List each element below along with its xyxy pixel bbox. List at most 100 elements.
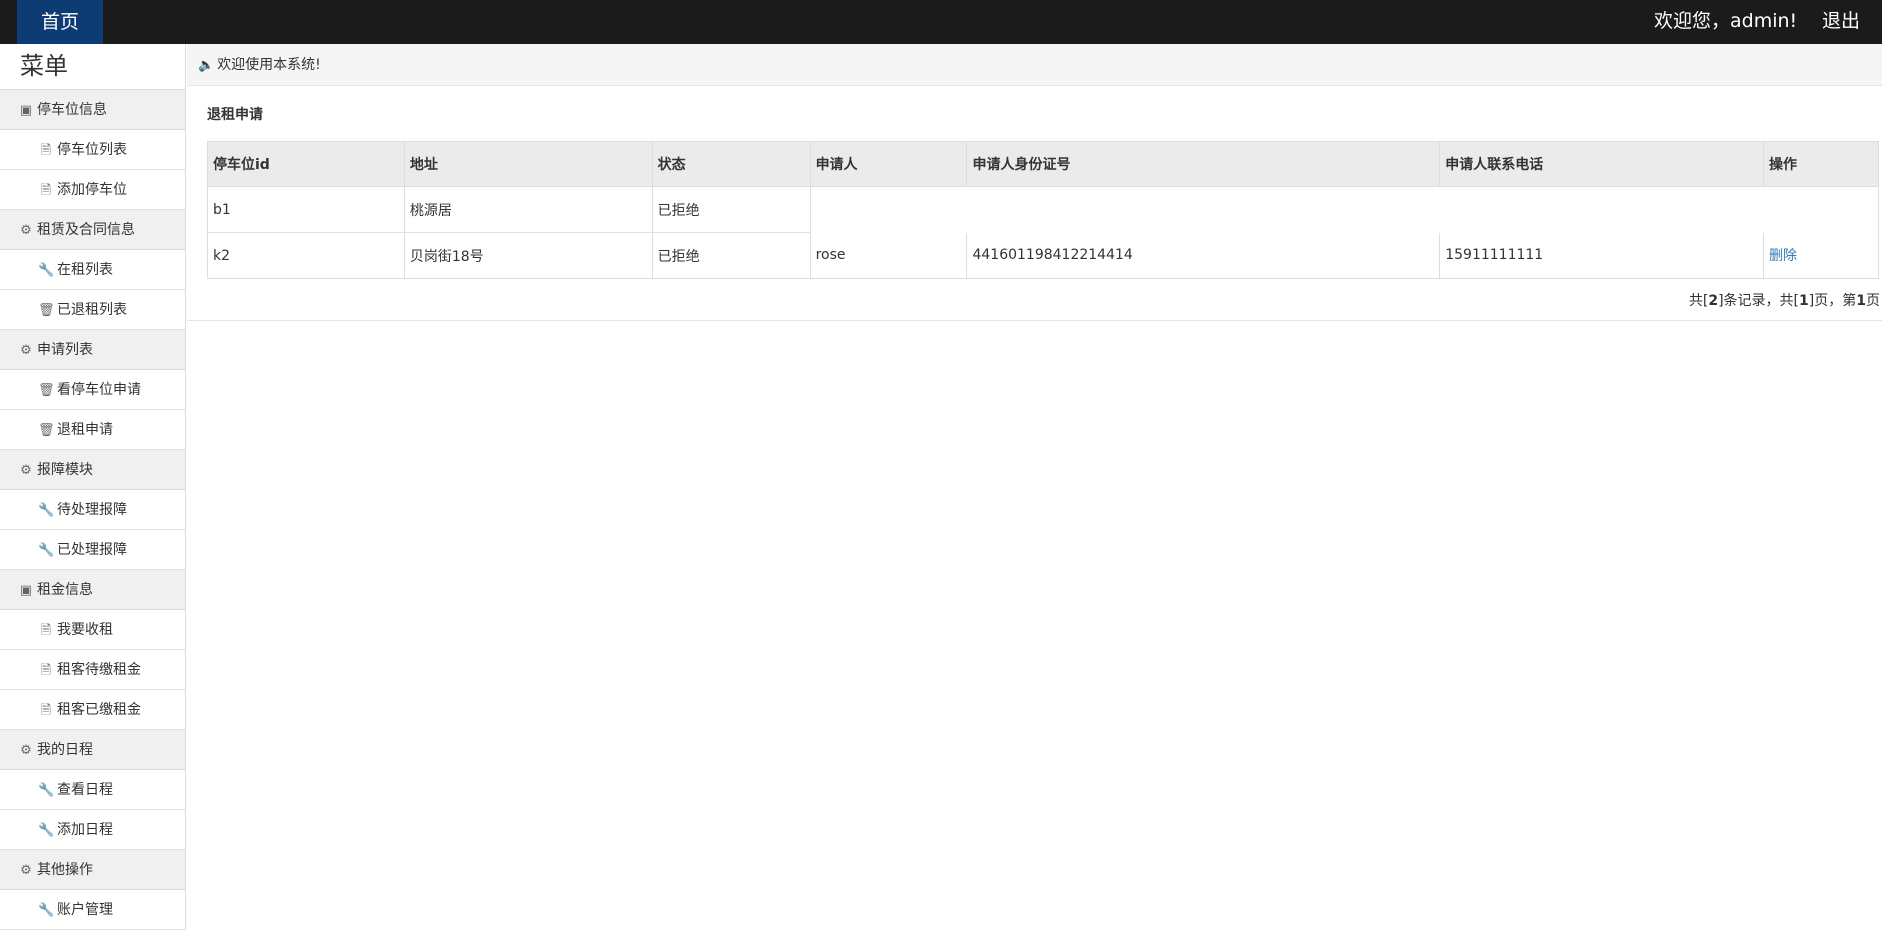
menu-group-label: 租赁及合同信息	[37, 222, 135, 238]
delete-link[interactable]: 删除	[1769, 248, 1797, 264]
termination-application-table: 停车位id 地址 状态 申请人 申请人身份证号 申请人联系电话 操作 b1 桃源…	[207, 141, 1879, 279]
column-header: 地址	[403, 141, 653, 187]
menu-item-add-parking[interactable]: 🗎 添加停车位	[0, 170, 185, 210]
menu-group-label: 其他操作	[37, 862, 93, 878]
gear-icon: ⚙	[20, 863, 32, 878]
current-page: 1	[1856, 293, 1866, 309]
trash-icon: 🗑	[38, 383, 55, 398]
cell-action: 删除	[1763, 232, 1879, 279]
wrench-icon: 🔧	[38, 903, 55, 918]
home-tab[interactable]: 首页	[17, 0, 103, 44]
column-header: 操作	[1763, 141, 1879, 187]
column-header: 状态	[651, 141, 811, 187]
menu-item-rent-paid[interactable]: 🗎 租客已缴租金	[0, 690, 185, 730]
menu-item-parking-list[interactable]: 🗎 停车位列表	[0, 130, 185, 170]
menu-item-label: 添加日程	[57, 822, 113, 838]
menu-item-label: 退租申请	[57, 422, 113, 438]
column-header: 申请人	[809, 141, 968, 187]
notice-bar: 🔈 欢迎使用本系统!	[187, 44, 1882, 86]
menu-item-label: 账户管理	[57, 902, 113, 918]
menu-item-label: 我要收租	[57, 622, 113, 638]
top-navbar: 首页 欢迎您，admin! 退出	[0, 0, 1882, 44]
total-records: 2	[1708, 293, 1719, 309]
cell-status: 已拒绝	[651, 186, 811, 233]
menu-item-view-schedule[interactable]: 🔧 查看日程	[0, 770, 185, 810]
cell-address: 桃源居	[403, 186, 653, 233]
menu-item-termination-applications[interactable]: 🗑 退租申请	[0, 410, 185, 450]
address-card-icon: ▣	[19, 103, 33, 118]
menu-group-rent-info[interactable]: ▣ 租金信息	[0, 570, 185, 610]
menu-item-add-schedule[interactable]: 🔧 添加日程	[0, 810, 185, 850]
file-icon: 🗎	[40, 143, 52, 158]
menu-item-label: 已退租列表	[57, 302, 127, 318]
menu-group-lease-contract[interactable]: ⚙ 租赁及合同信息	[0, 210, 185, 250]
cell-parking-id: k2	[207, 232, 405, 279]
sidebar-menu: 菜单 ▣ 停车位信息 🗎 停车位列表 🗎 添加停车位 ⚙ 租赁及合同信息 🔧 在租列表 🗑…	[0, 44, 186, 930]
file-icon: 🗎	[40, 623, 52, 638]
file-icon: 🗎	[40, 703, 52, 718]
menu-item-viewing-applications[interactable]: 🗑 看停车位申请	[0, 370, 185, 410]
menu-item-label: 添加停车位	[57, 182, 127, 198]
divider	[187, 320, 1882, 321]
cell-address: 贝岗街18号	[403, 232, 653, 279]
column-header: 申请人联系电话	[1439, 141, 1765, 187]
volume-icon: 🔈	[198, 58, 215, 73]
column-header: 申请人身份证号	[966, 141, 1441, 187]
trash-icon: 🗑	[38, 303, 55, 318]
menu-item-account-management[interactable]: 🔧 账户管理	[0, 890, 185, 930]
gear-icon: ⚙	[20, 223, 32, 238]
pager-text: ]条记录，共[	[1718, 293, 1800, 309]
menu-item-label: 租客已缴租金	[57, 702, 141, 718]
cell-status: 已拒绝	[651, 232, 811, 279]
pager-text: 共[	[1688, 293, 1709, 309]
trash-icon: 🗑	[38, 423, 55, 438]
address-card-icon: ▣	[19, 583, 33, 598]
menu-item-active-leases[interactable]: 🔧 在租列表	[0, 250, 185, 290]
menu-item-collect-rent[interactable]: 🗎 我要收租	[0, 610, 185, 650]
gear-icon: ⚙	[20, 743, 32, 758]
menu-item-label: 查看日程	[57, 782, 113, 798]
table-header-row: 停车位id 地址 状态 申请人 申请人身份证号 申请人联系电话 操作	[207, 141, 1879, 187]
welcome-user-text: 欢迎您，admin!	[1654, 10, 1798, 32]
cell-parking-id: b1	[207, 186, 405, 233]
gear-icon: ⚙	[20, 463, 32, 478]
column-header: 停车位id	[207, 141, 405, 187]
menu-item-rent-due[interactable]: 🗎 租客待缴租金	[0, 650, 185, 690]
total-pages: 1	[1799, 293, 1809, 309]
page-title: 退租申请	[207, 107, 263, 123]
file-icon: 🗎	[40, 663, 52, 678]
cell-phone: 15911111111	[1439, 232, 1765, 279]
menu-group-other[interactable]: ⚙ 其他操作	[0, 850, 185, 890]
notice-text: 欢迎使用本系统!	[217, 57, 321, 73]
cell-id-number	[966, 186, 1440, 233]
wrench-icon: 🔧	[38, 503, 55, 518]
menu-group-schedule[interactable]: ⚙ 我的日程	[0, 730, 185, 770]
menu-group-applications[interactable]: ⚙ 申请列表	[0, 330, 185, 370]
wrench-icon: 🔧	[38, 263, 55, 278]
pager-text: 页	[1866, 293, 1880, 309]
sidebar-title: 菜单	[0, 44, 185, 90]
menu-item-ended-leases[interactable]: 🗑 已退租列表	[0, 290, 185, 330]
menu-item-label: 待处理报障	[57, 502, 127, 518]
table-row: k2 贝岗街18号 已拒绝 rose 441601198412214414 15…	[207, 232, 1879, 279]
cell-action	[1763, 186, 1879, 233]
menu-item-pending-faults[interactable]: 🔧 待处理报障	[0, 490, 185, 530]
menu-item-label: 看停车位申请	[57, 382, 141, 398]
menu-item-label: 在租列表	[57, 262, 113, 278]
wrench-icon: 🔧	[38, 783, 55, 798]
wrench-icon: 🔧	[38, 823, 55, 838]
menu-group-fault-reports[interactable]: ⚙ 报障模块	[0, 450, 185, 490]
menu-item-label: 租客待缴租金	[57, 662, 141, 678]
cell-phone	[1439, 186, 1764, 233]
cell-applicant	[809, 186, 967, 233]
menu-item-label: 已处理报障	[57, 542, 127, 558]
pager-text: ]页，第	[1808, 293, 1857, 309]
wrench-icon: 🔧	[38, 543, 55, 558]
menu-group-label: 我的日程	[37, 742, 93, 758]
table-row: b1 桃源居 已拒绝	[207, 186, 1879, 233]
logout-link[interactable]: 退出	[1822, 0, 1860, 44]
menu-group-parking-info[interactable]: ▣ 停车位信息	[0, 90, 185, 130]
menu-item-label: 停车位列表	[57, 142, 127, 158]
menu-item-resolved-faults[interactable]: 🔧 已处理报障	[0, 530, 185, 570]
gear-icon: ⚙	[20, 343, 32, 358]
